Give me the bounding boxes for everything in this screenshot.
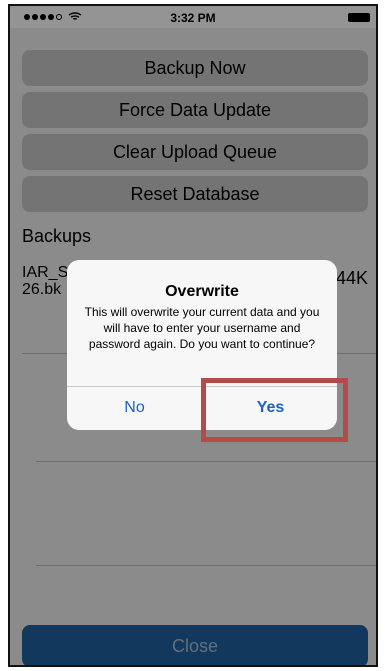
alert-title: Overwrite bbox=[165, 283, 239, 300]
yes-button-highlight bbox=[201, 378, 348, 442]
phone-screen: 3:32 PM Backup Now Force Data Update Cle… bbox=[8, 4, 378, 667]
alert-no-button[interactable]: No bbox=[67, 386, 202, 430]
alert-message: This will overwrite your current data an… bbox=[84, 305, 320, 351]
